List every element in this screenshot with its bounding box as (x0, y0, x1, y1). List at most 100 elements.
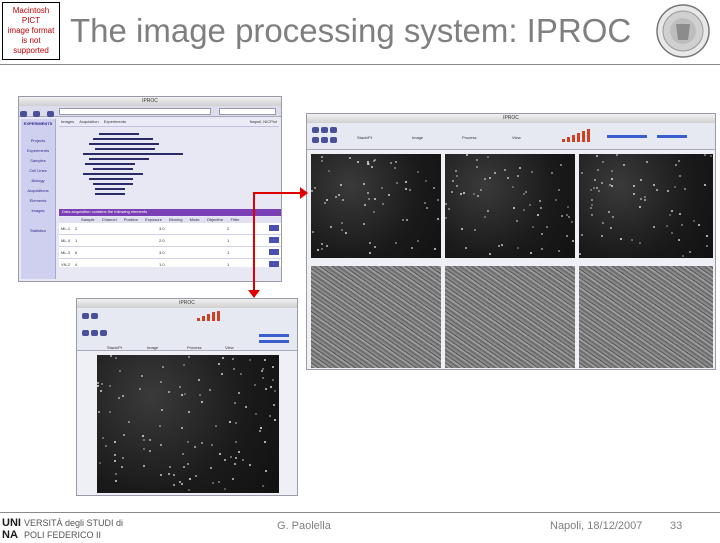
fluorescence-image[interactable] (445, 154, 575, 258)
table-row: ML-3 6 3.0 1 (59, 247, 281, 259)
cell-nucleus-dot (487, 210, 489, 212)
nav-button[interactable] (82, 313, 89, 319)
image-control[interactable]: Image (412, 135, 423, 140)
cell-nucleus-dot (349, 157, 351, 159)
nav-button[interactable] (312, 127, 319, 133)
cell-nucleus-dot (513, 207, 515, 209)
nav-button[interactable] (330, 127, 337, 133)
fluorescence-image-large[interactable] (97, 355, 279, 493)
cell-nucleus-dot (473, 193, 475, 195)
cell-nucleus-dot (317, 249, 319, 251)
sidebar-item-acquisitions[interactable]: Acquisitions (21, 188, 55, 193)
sidebar-item-images[interactable]: Images (21, 208, 55, 213)
menu-images[interactable]: Images (61, 119, 74, 124)
nav-button[interactable] (100, 330, 107, 336)
address-bar[interactable] (59, 108, 211, 115)
cell-nucleus-dot (173, 484, 175, 486)
svg-text:VERSITÀ degli STUDI di: VERSITÀ degli STUDI di (24, 518, 123, 528)
fluorescence-image[interactable] (311, 154, 441, 258)
cell-nucleus-dot (487, 156, 489, 158)
cell-nucleus-dot (122, 395, 124, 397)
cell-nucleus-dot (161, 409, 163, 411)
view-control[interactable]: View (512, 135, 521, 140)
sidebar-item-statistics[interactable]: Statistics (21, 228, 55, 233)
cell-nucleus-dot (143, 448, 145, 450)
cell-nucleus-dot (417, 240, 419, 242)
cell-nucleus-dot (674, 186, 676, 188)
sidebar-item-elements[interactable]: Elements (21, 198, 55, 203)
window-title: IPROC (142, 98, 158, 104)
process-control[interactable]: Process (187, 345, 201, 350)
cell-nucleus-dot (394, 167, 396, 169)
sidebar-item-experiments[interactable]: EXPERIMENTS (21, 121, 55, 126)
view-button[interactable] (269, 225, 279, 231)
nav-button[interactable] (330, 137, 337, 143)
search-field[interactable] (219, 108, 276, 115)
cell-channel: 1 (75, 238, 78, 243)
window-titlebar: IPROC (77, 299, 297, 308)
cell-nucleus-dot (224, 459, 226, 461)
sidebar-item-samples[interactable]: Samples (21, 158, 55, 163)
cell-nucleus-dot (456, 175, 458, 177)
nav-button[interactable] (91, 330, 98, 336)
cell-nucleus-dot (507, 177, 509, 179)
sidebar-item-experiments-2[interactable]: Experiments (21, 148, 55, 153)
view-control[interactable]: View (225, 345, 234, 350)
cell-nucleus-dot (101, 383, 103, 385)
cell-nucleus-dot (199, 394, 201, 396)
menu-experiments[interactable]: Experiments (104, 119, 126, 124)
process-control[interactable]: Process (462, 135, 476, 140)
cell-nucleus-dot (238, 392, 240, 394)
sidebar-item-biology[interactable]: Biology (21, 178, 55, 183)
cell-nucleus-dot (173, 474, 175, 476)
cell-nucleus-dot (678, 160, 680, 162)
slide-number: 33 (670, 520, 683, 532)
cell-nucleus-dot (235, 422, 237, 424)
presentation-date: Napoli, 18/12/2007 (550, 520, 643, 532)
cell-nucleus-dot (321, 248, 323, 250)
view-button[interactable] (269, 249, 279, 255)
cell-nucleus-dot (579, 253, 581, 255)
link-placeholder[interactable] (657, 135, 687, 138)
phase-contrast-image[interactable] (445, 266, 575, 368)
cell-nucleus-dot (517, 175, 519, 177)
cell-nucleus-dot (653, 226, 655, 228)
menu-acquisition[interactable]: Acquisition (79, 119, 98, 124)
cell-nucleus-dot (189, 478, 191, 480)
cell-nucleus-dot (272, 379, 274, 381)
col-header: Mode (189, 217, 200, 222)
link-placeholder[interactable] (259, 340, 289, 343)
sidebar-item-cell-lines[interactable]: Cell Lines (21, 168, 55, 173)
cell-nucleus-dot (678, 239, 680, 241)
phase-contrast-image[interactable] (311, 266, 441, 368)
nav-button[interactable] (321, 137, 328, 143)
col-header: Filter (230, 217, 240, 222)
cell-nucleus-dot (160, 381, 162, 383)
cell-nucleus-dot (194, 446, 196, 448)
stack-control[interactable]: Stack/Pt (357, 135, 372, 140)
cell-nucleus-dot (480, 189, 482, 191)
image-control[interactable]: Image (147, 345, 158, 350)
nav-button[interactable] (312, 137, 319, 143)
cell-nucleus-dot (122, 457, 124, 459)
experiment-details (79, 131, 199, 201)
cell-nucleus-dot (460, 193, 462, 195)
cell-nucleus-dot (139, 388, 141, 390)
cell-nucleus-dot (233, 368, 235, 370)
cell-nucleus-dot (382, 203, 384, 205)
cell-binning: 1 (227, 262, 230, 267)
nav-button[interactable] (91, 313, 98, 319)
view-button[interactable] (269, 261, 279, 267)
nav-button[interactable] (321, 127, 328, 133)
link-placeholder[interactable] (259, 334, 289, 337)
sidebar-item-projects[interactable]: Projects (21, 138, 55, 143)
stack-control[interactable]: Stack/Pt (107, 345, 122, 350)
cell-nucleus-dot (311, 190, 313, 192)
view-button[interactable] (269, 237, 279, 243)
link-placeholder[interactable] (607, 135, 647, 138)
nav-button[interactable] (82, 330, 89, 336)
svg-text:POLI FEDERICO II: POLI FEDERICO II (24, 530, 101, 540)
fluorescence-image[interactable] (579, 154, 713, 258)
phase-contrast-image[interactable] (579, 266, 713, 368)
cell-nucleus-dot (321, 243, 323, 245)
